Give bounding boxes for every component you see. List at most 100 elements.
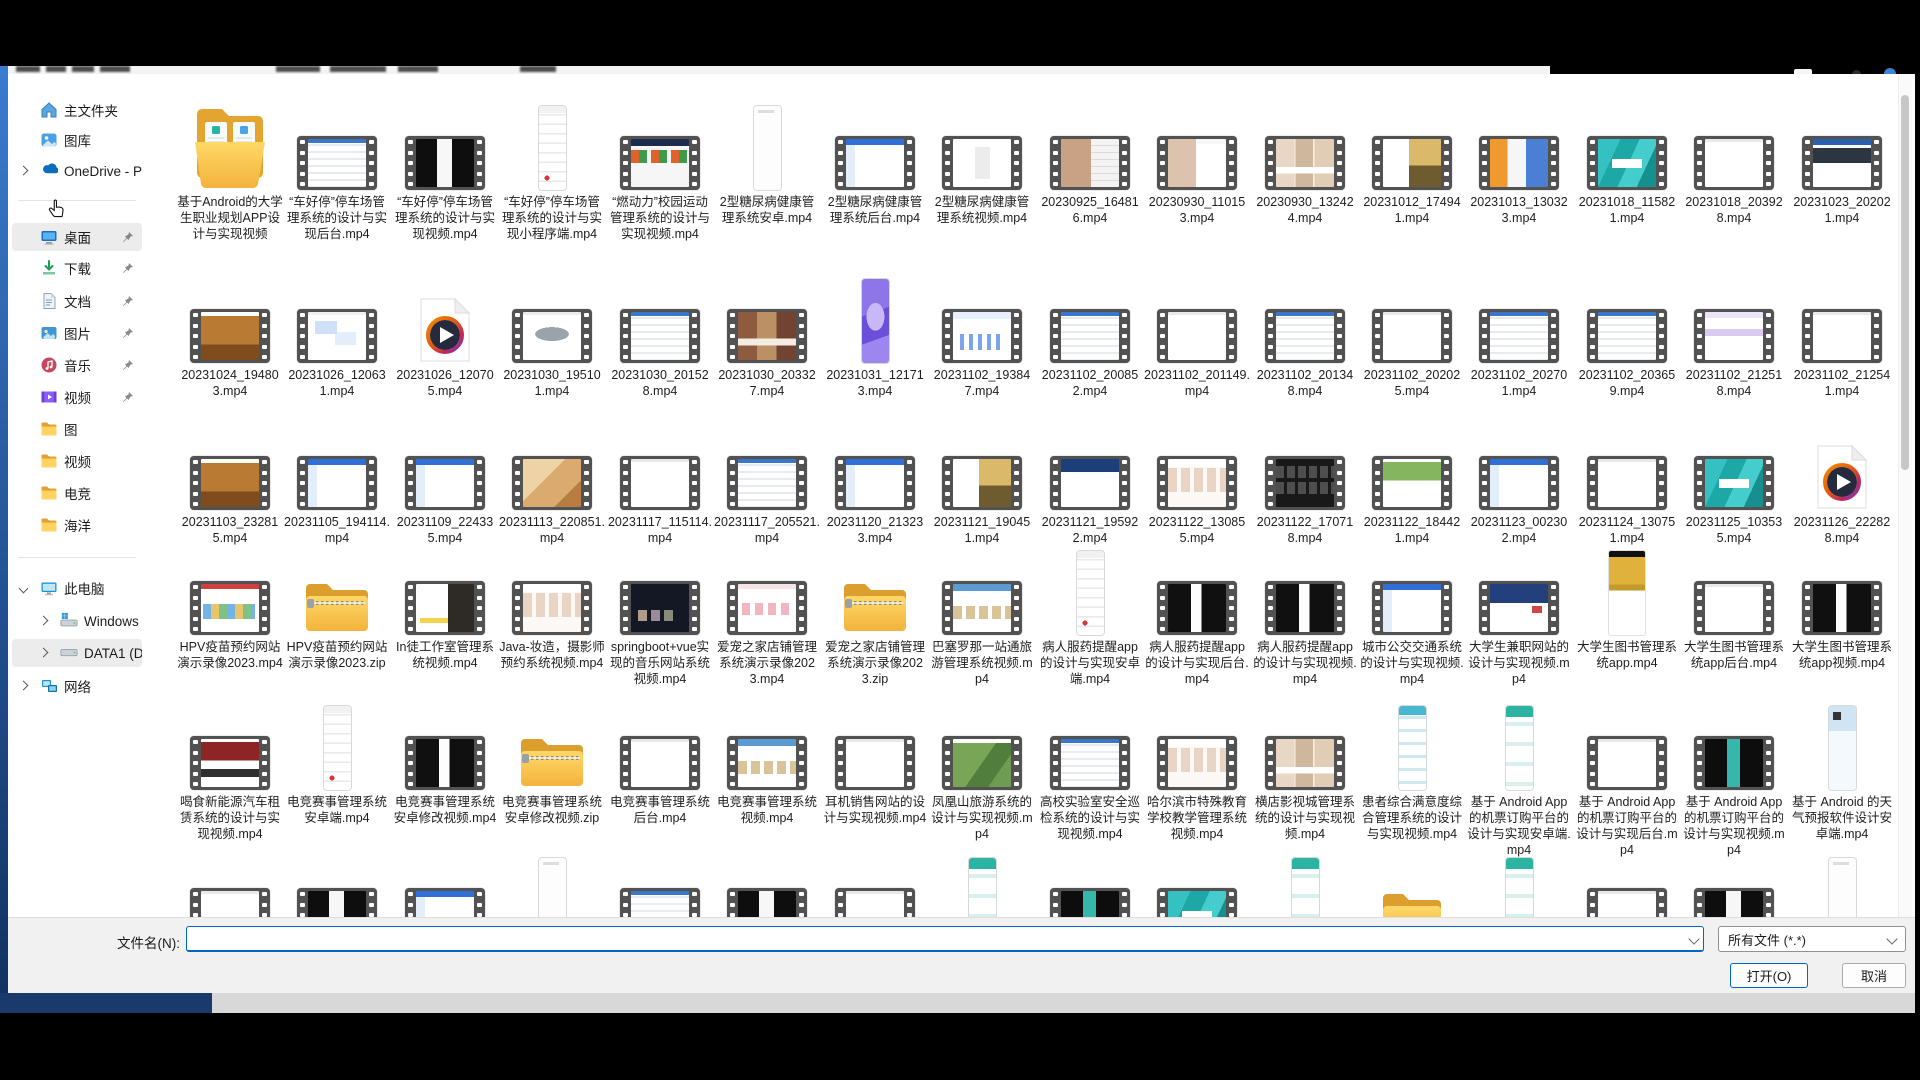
file-item[interactable]: 基于 Android 的天气预报软件设计安卓端.mp4 (1789, 694, 1895, 842)
file-item[interactable]: 2型糖尿病健康管理系统后台.mp4 (822, 96, 928, 226)
sidebar-item-videos[interactable]: 视频 (12, 383, 142, 411)
sidebar-item-data1-d[interactable]: DATA1 (D:) (12, 639, 142, 667)
file-item[interactable]: 20231023_202021.mp4 (1789, 96, 1895, 226)
file-item[interactable]: 病人服药提醒app的设计与实现视频.mp4 (1252, 548, 1358, 687)
sidebar-item-this-pc[interactable]: 此电脑 (12, 574, 142, 602)
file-item[interactable]: 20231031_121713.mp4 (822, 285, 928, 399)
file-item[interactable]: 20231024_194803.mp4 (177, 285, 283, 399)
file-item[interactable]: 20231122_184421.mp4 (1359, 432, 1465, 546)
file-item[interactable]: 20231030_203327.mp4 (714, 285, 820, 399)
file-item[interactable]: 爱宠之家店铺管理系统演示录像2023.mp4 (714, 548, 820, 687)
sidebar-item-gallery[interactable]: 图库 (12, 126, 142, 154)
file-item[interactable]: 耳机销售网站的设计与实现视频.mp4 (822, 694, 928, 826)
file-item[interactable]: 20231102_200852.mp4 (1037, 285, 1143, 399)
file-item[interactable]: 高校实验室安全巡检系统的设计与实现视频.mp4 (1037, 694, 1143, 842)
file-item[interactable]: 电竞赛事管理系统后台.mp4 (607, 694, 713, 826)
file-item[interactable]: 大学生图书管理系统app后台.mp4 (1681, 548, 1787, 671)
cancel-button[interactable]: 取消 (1842, 963, 1906, 988)
file-item[interactable]: 2型糖尿病健康管理系统安卓.mp4 (714, 96, 820, 226)
file-item[interactable]: HPV疫苗预约网站演示录像2023.mp4 (177, 548, 283, 671)
file-item[interactable]: 20231126_222828.mp4 (1789, 432, 1895, 546)
file-item[interactable]: “燃动力”校园运动管理系统的设计与实现视频.mp4 (607, 96, 713, 242)
filename-input[interactable] (186, 926, 1704, 952)
file-item[interactable]: 20231124_130751.mp4 (1574, 432, 1680, 546)
chevron-right-icon[interactable] (19, 681, 29, 691)
file-item[interactable]: 20231102_202025.mp4 (1359, 285, 1465, 399)
file-item[interactable]: 20231123_002302.mp4 (1466, 432, 1572, 546)
file-item[interactable]: 基于 Android App 的机票订购平台的设计与实现后台.mp4 (1574, 694, 1680, 858)
chevron-right-icon[interactable] (39, 648, 49, 658)
file-item[interactable]: 20231113_220851.mp4 (499, 432, 605, 546)
file-item[interactable]: 20231103_232815.mp4 (177, 432, 283, 546)
scrollbar-thumb[interactable] (1901, 95, 1909, 470)
file-item[interactable]: 爱宠之家店铺管理系统演示录像2023.zip (822, 548, 928, 687)
file-item[interactable]: 基于 Android App 的机票订购平台的设计与实现视频.mp4 (1681, 694, 1787, 858)
file-item[interactable]: 20231013_130323.mp4 (1466, 96, 1572, 226)
file-item[interactable]: 20231102_201348.mp4 (1252, 285, 1358, 399)
file-item[interactable]: 横店影视城管理系统的设计与实现视频.mp4 (1252, 694, 1358, 842)
file-item[interactable]: 电竞赛事管理系统安卓端.mp4 (284, 694, 390, 826)
file-item[interactable]: 20231117_205521.mp4 (714, 432, 820, 546)
file-item[interactable]: 大学生图书管理系统app视频.mp4 (1789, 548, 1895, 671)
file-item[interactable]: “车好停”停车场管理系统的设计与实现后台.mp4 (284, 96, 390, 242)
chevron-down-icon[interactable] (19, 584, 29, 594)
file-item[interactable]: 20231125_103535.mp4 (1681, 432, 1787, 546)
file-item[interactable]: 20231121_195922.mp4 (1037, 432, 1143, 546)
file-item[interactable]: 20231012_174941.mp4 (1359, 96, 1465, 226)
sidebar-item-home[interactable]: 主文件夹 (12, 96, 142, 124)
file-item[interactable]: 20231120_213233.mp4 (822, 432, 928, 546)
file-item[interactable]: 病人服药提醒app的设计与实现安卓端.mp4 (1037, 548, 1143, 687)
file-item[interactable]: 20231102_193847.mp4 (929, 285, 1035, 399)
file-item[interactable]: 20231122_130855.mp4 (1144, 432, 1250, 546)
sidebar-item-folder-tu[interactable]: 图 (12, 415, 142, 443)
sidebar-item-onedrive[interactable]: OneDrive - Perso (12, 157, 142, 185)
file-type-dropdown[interactable]: 所有文件 (*.*) (1718, 926, 1906, 952)
sidebar-item-documents[interactable]: 文档 (12, 287, 142, 315)
file-item[interactable]: 20230930_132424.mp4 (1252, 96, 1358, 226)
file-item[interactable]: 20231122_170718.mp4 (1252, 432, 1358, 546)
file-item[interactable]: 20230925_164816.mp4 (1037, 96, 1143, 226)
file-item[interactable]: 大学生图书管理系统app.mp4 (1574, 548, 1680, 671)
sidebar-item-folder-haiyang[interactable]: 海洋 (12, 511, 142, 539)
file-item[interactable]: 20231102_201149.mp4 (1144, 285, 1250, 399)
file-item[interactable]: 2型糖尿病健康管理系统视频.mp4 (929, 96, 1035, 226)
file-item[interactable]: 电竞赛事管理系统安卓修改视频.mp4 (392, 694, 498, 826)
sidebar-item-pictures[interactable]: 图片 (12, 319, 142, 347)
file-item[interactable]: 20231030_195101.mp4 (499, 285, 605, 399)
file-item[interactable]: 20231030_201528.mp4 (607, 285, 713, 399)
file-item[interactable]: 20231109_224335.mp4 (392, 432, 498, 546)
file-item[interactable]: 病人服药提醒app的设计与实现后台.mp4 (1144, 548, 1250, 687)
file-item[interactable]: 20231026_120631.mp4 (284, 285, 390, 399)
file-item[interactable]: 大学生兼职网站的设计与实现视频.mp4 (1466, 548, 1572, 687)
file-item[interactable]: 巴塞罗那一站通旅游管理系统视频.mp4 (929, 548, 1035, 687)
file-item[interactable]: 20231102_203659.mp4 (1574, 285, 1680, 399)
file-item[interactable]: 凤凰山旅游系统的设计与实现视频.mp4 (929, 694, 1035, 842)
file-item[interactable]: 20231018_115821.mp4 (1574, 96, 1680, 226)
file-item[interactable]: 哈尔滨市特殊教育学校教学管理系统视频.mp4 (1144, 694, 1250, 842)
file-item[interactable]: HPV疫苗预约网站演示录像2023.zip (284, 548, 390, 671)
file-item[interactable]: “车好停”停车场管理系统的设计与实现视频.mp4 (392, 96, 498, 242)
sidebar-item-music[interactable]: 音乐 (12, 351, 142, 379)
file-item[interactable]: 城市公交交通系统的设计与实现视频.mp4 (1359, 548, 1465, 687)
file-item[interactable]: 电竞赛事管理系统安卓修改视频.zip (499, 694, 605, 826)
sidebar-item-network[interactable]: 网络 (12, 672, 142, 700)
file-item[interactable]: 患者综合满意度综合管理系统的设计与实现视频.mp4 (1359, 694, 1465, 842)
file-item[interactable]: 20230930_110153.mp4 (1144, 96, 1250, 226)
file-item[interactable]: 20231102_202701.mp4 (1466, 285, 1572, 399)
vertical-scrollbar[interactable] (1898, 74, 1912, 917)
sidebar-item-downloads[interactable]: 下载 (12, 254, 142, 282)
file-item[interactable]: springboot+vue实现的音乐网站系统视频.mp4 (607, 548, 713, 687)
sidebar-item-windows-c[interactable]: Windows (C:) (12, 607, 142, 635)
file-item[interactable]: 20231117_115114.mp4 (607, 432, 713, 546)
file-item[interactable]: 20231102_212541.mp4 (1789, 285, 1895, 399)
file-item[interactable]: 20231026_120705.mp4 (392, 285, 498, 399)
file-item[interactable]: “车好停”停车场管理系统的设计与实现小程序端.mp4 (499, 96, 605, 242)
file-item[interactable]: 基于 Android App 的机票订购平台的设计与实现安卓端.mp4 (1466, 694, 1572, 858)
file-item[interactable]: 喝食新能源汽车租赁系统的设计与实现视频.mp4 (177, 694, 283, 842)
sidebar-item-folder-shipin[interactable]: 视频 (12, 447, 142, 475)
file-item[interactable]: Java-妆造，摄影师预约系统视频.mp4 (499, 548, 605, 671)
sidebar-item-folder-dianjing[interactable]: 电竞 (12, 479, 142, 507)
file-item[interactable]: 20231018_203928.mp4 (1681, 96, 1787, 226)
chevron-right-icon[interactable] (19, 166, 29, 176)
file-item[interactable]: 20231105_194114.mp4 (284, 432, 390, 546)
